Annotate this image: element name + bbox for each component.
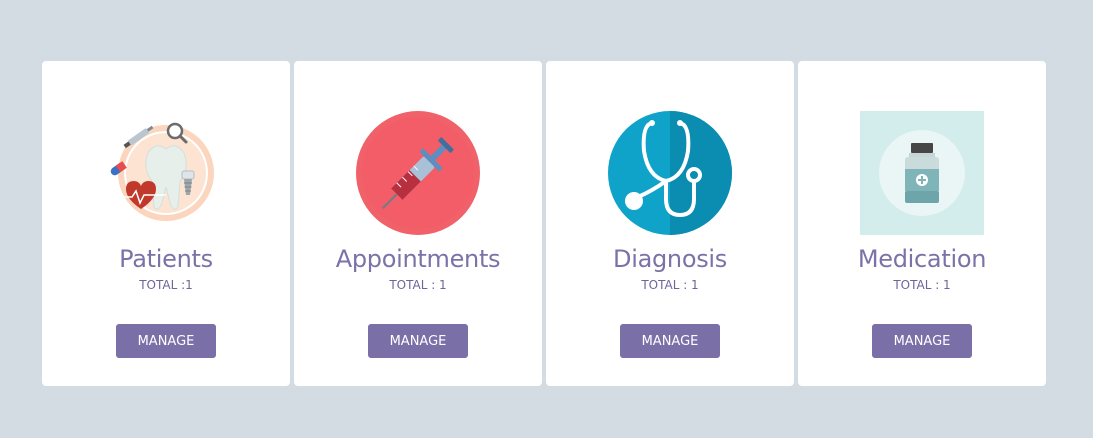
card-title: Appointments (335, 245, 501, 273)
stethoscope-icon (608, 111, 732, 235)
dashboard-cards: Patients TOTAL :1 MANAGE Appointments TO… (42, 61, 1046, 386)
manage-diagnosis-button[interactable]: MANAGE (620, 324, 720, 358)
card-total: TOTAL :1 (139, 278, 193, 292)
card-title: Diagnosis (613, 245, 727, 273)
manage-patients-button[interactable]: MANAGE (116, 324, 216, 358)
card-medication: Medication TOTAL : 1 MANAGE (798, 61, 1046, 386)
manage-appointments-button[interactable]: MANAGE (368, 324, 468, 358)
card-total: TOTAL : 1 (389, 278, 447, 292)
medicine-bottle-icon (860, 111, 984, 235)
card-total: TOTAL : 1 (893, 278, 951, 292)
card-diagnosis: Diagnosis TOTAL : 1 MANAGE (546, 61, 794, 386)
card-appointments: Appointments TOTAL : 1 MANAGE (294, 61, 542, 386)
card-title: Patients (119, 245, 213, 273)
card-title: Medication (857, 245, 987, 273)
syringe-icon (356, 111, 480, 235)
manage-medication-button[interactable]: MANAGE (872, 324, 972, 358)
tooth-dental-icon (104, 111, 228, 235)
card-total: TOTAL : 1 (641, 278, 699, 292)
card-patients: Patients TOTAL :1 MANAGE (42, 61, 290, 386)
